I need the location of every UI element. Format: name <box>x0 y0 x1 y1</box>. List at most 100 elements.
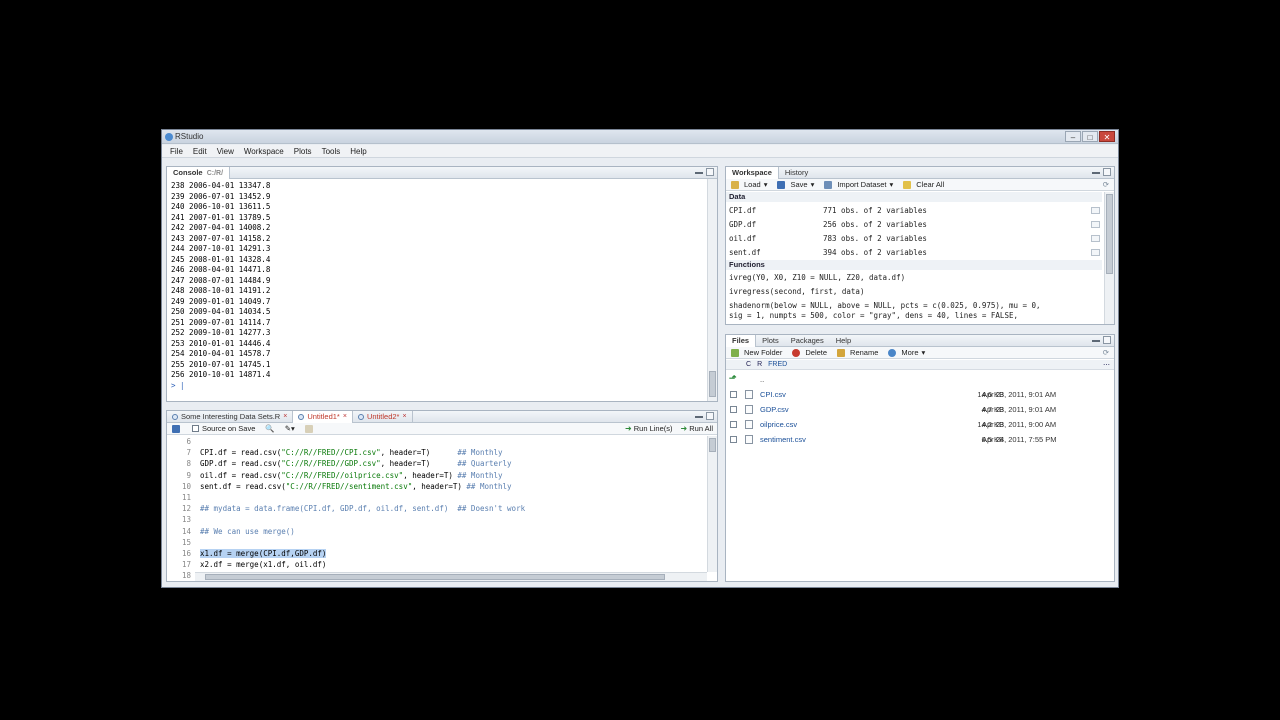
minimize-button[interactable]: – <box>1065 131 1081 142</box>
menu-help[interactable]: Help <box>345 145 371 157</box>
code-line: sent.df = read.csv("C://R//FRED//sentime… <box>200 481 512 491</box>
menu-file[interactable]: File <box>165 145 188 157</box>
search-icon[interactable]: 🔍 <box>260 424 279 433</box>
tab-untitled1[interactable]: Untitled1* × <box>293 411 353 423</box>
overflow-menu-icon[interactable]: ⋯ <box>1103 361 1114 369</box>
maximize-pane-icon[interactable] <box>706 168 714 176</box>
delete-button[interactable]: Delete <box>787 348 832 357</box>
file-checkbox[interactable] <box>730 436 737 443</box>
grid-view-icon[interactable] <box>1091 235 1100 242</box>
broom-icon <box>903 180 912 189</box>
menu-tools[interactable]: Tools <box>317 145 346 157</box>
breadcrumb-c[interactable]: C <box>746 361 751 368</box>
file-checkbox[interactable] <box>730 421 737 428</box>
title-bar: RStudio – □ ✕ <box>162 130 1118 144</box>
tab-console[interactable]: Console C:/R/ <box>167 167 231 179</box>
tab-help[interactable]: Help <box>830 335 857 347</box>
menu-workspace[interactable]: Workspace <box>239 145 289 157</box>
maximize-button[interactable]: □ <box>1082 131 1098 142</box>
breadcrumb-r[interactable]: R <box>757 361 762 368</box>
file-row[interactable]: sentiment.csv 6.5 KB Apr 24, 2011, 7:55 PM <box>726 432 1114 447</box>
grid-view-icon[interactable] <box>1091 207 1100 214</box>
tab-some-interesting-data-sets[interactable]: Some Interesting Data Sets.R × <box>167 411 294 423</box>
minimize-pane-icon[interactable] <box>695 412 703 418</box>
code-editor[interactable]: CPI.df = read.csv("C://R//FRED//CPI.csv"… <box>200 436 705 571</box>
function-row[interactable]: ivreg(Y0, X0, Z10 = NULL, Z20, data.df) <box>729 273 1100 283</box>
minimize-pane-icon[interactable] <box>1092 336 1100 342</box>
workspace-toolbar: Load ▾ Save ▾ Import Dataset ▾ Clear All ⟳ <box>726 179 1114 191</box>
code-tools-icon[interactable]: ✎▾ <box>280 424 300 433</box>
minimize-pane-icon[interactable] <box>1092 168 1100 174</box>
data-section-header: Data <box>726 192 1102 202</box>
tab-untitled2[interactable]: Untitled2* × <box>353 411 413 423</box>
console-prompt[interactable]: > | <box>171 381 705 392</box>
close-tab-icon[interactable]: × <box>283 413 287 420</box>
console-scrollbar[interactable] <box>707 179 717 401</box>
more-button[interactable]: More ▾ <box>883 348 930 357</box>
folder-open-icon <box>731 180 739 189</box>
menu-edit[interactable]: Edit <box>188 145 212 157</box>
file-row[interactable]: GDP.csv 4.7 KB Apr 23, 2011, 9:01 AM <box>726 402 1114 417</box>
tab-files[interactable]: Files <box>726 335 757 347</box>
maximize-pane-icon[interactable] <box>1103 168 1111 176</box>
menu-view[interactable]: View <box>212 145 239 157</box>
code-line: ## We can use merge() <box>200 526 295 536</box>
save-workspace-button[interactable]: Save ▾ <box>772 180 819 189</box>
close-button[interactable]: ✕ <box>1099 131 1115 142</box>
grid-view-icon[interactable] <box>1091 249 1100 256</box>
new-folder-icon <box>731 348 739 357</box>
delete-icon <box>792 348 801 357</box>
maximize-pane-icon[interactable] <box>706 412 714 420</box>
console-output[interactable]: 238 2006-04-01 13347.8 239 2006-07-01 13… <box>171 181 705 397</box>
editor-hscrollbar[interactable] <box>195 572 707 581</box>
run-all-button[interactable]: ➜ Run All <box>677 424 717 433</box>
workspace-row[interactable]: GDP.df 256 obs. of 2 variables <box>729 218 1100 231</box>
run-lines-button[interactable]: ➜ Run Line(s) <box>621 424 676 433</box>
console-path: C:/R/ <box>206 169 224 177</box>
grid-view-icon[interactable] <box>1091 221 1100 228</box>
import-dataset-button[interactable]: Import Dataset ▾ <box>819 180 898 189</box>
workspace-row[interactable]: oil.df 783 obs. of 2 variables <box>729 232 1100 245</box>
console-line: 250 2009-04-01 14034.5 <box>171 307 271 316</box>
r-file-icon <box>298 413 305 420</box>
file-row[interactable]: CPI.csv 14.6 KB Apr 23, 2011, 9:01 AM <box>726 387 1114 402</box>
refresh-icon[interactable]: ⟳ <box>1098 348 1114 357</box>
breadcrumb-fred[interactable]: FRED <box>768 361 787 368</box>
function-row[interactable]: ivregress(second, first, data) <box>729 287 1100 297</box>
editor-vscrollbar[interactable] <box>707 436 717 572</box>
close-tab-icon[interactable]: × <box>343 413 347 420</box>
console-line: 242 2007-04-01 14008.2 <box>171 223 271 232</box>
workspace-scrollbar[interactable] <box>1104 192 1114 324</box>
editor-toolbar: Source on Save 🔍 ✎▾ ➜ Run Line(s) ➜ Run Al… <box>167 423 717 435</box>
source-on-save-checkbox[interactable]: Source on Save <box>187 424 260 433</box>
tab-plots[interactable]: Plots <box>756 335 785 347</box>
code-line: x1.df = merge(CPI.df,GDP.df) <box>200 549 327 559</box>
save-icon <box>777 180 786 189</box>
load-button[interactable]: Load ▾ <box>726 180 772 189</box>
file-row[interactable]: oilprice.csv 14.2 KB Apr 23, 2011, 9:00 AM <box>726 417 1114 432</box>
function-row[interactable]: shadenorm(below = NULL, above = NULL, pc… <box>729 301 1100 311</box>
parent-directory-row[interactable]: .. <box>726 372 1114 387</box>
refresh-icon[interactable]: ⟳ <box>1098 180 1114 189</box>
tab-history[interactable]: History <box>779 167 814 179</box>
close-tab-icon[interactable]: × <box>402 413 406 420</box>
workspace-pane: Workspace History Load ▾ Save ▾ Import Dat… <box>725 166 1115 325</box>
save-icon[interactable] <box>167 424 187 433</box>
rename-button[interactable]: Rename <box>832 348 883 357</box>
compile-notebook-icon[interactable] <box>300 424 320 433</box>
function-row[interactable]: sig = 1, numpts = 500, color = "gray", d… <box>729 311 1100 321</box>
workspace-row[interactable]: sent.df 394 obs. of 2 variables <box>729 246 1100 259</box>
clear-all-button[interactable]: Clear All <box>898 180 949 189</box>
console-line: 246 2008-04-01 14471.8 <box>171 265 271 274</box>
tab-workspace[interactable]: Workspace <box>726 167 779 179</box>
menu-plots[interactable]: Plots <box>289 145 317 157</box>
maximize-pane-icon[interactable] <box>1103 336 1111 344</box>
workspace-row[interactable]: CPI.df 771 obs. of 2 variables <box>729 204 1100 217</box>
tab-packages[interactable]: Packages <box>785 335 830 347</box>
minimize-pane-icon[interactable] <box>695 168 703 174</box>
file-checkbox[interactable] <box>730 391 737 398</box>
new-folder-button[interactable]: New Folder <box>726 348 787 357</box>
file-checkbox[interactable] <box>730 406 737 413</box>
